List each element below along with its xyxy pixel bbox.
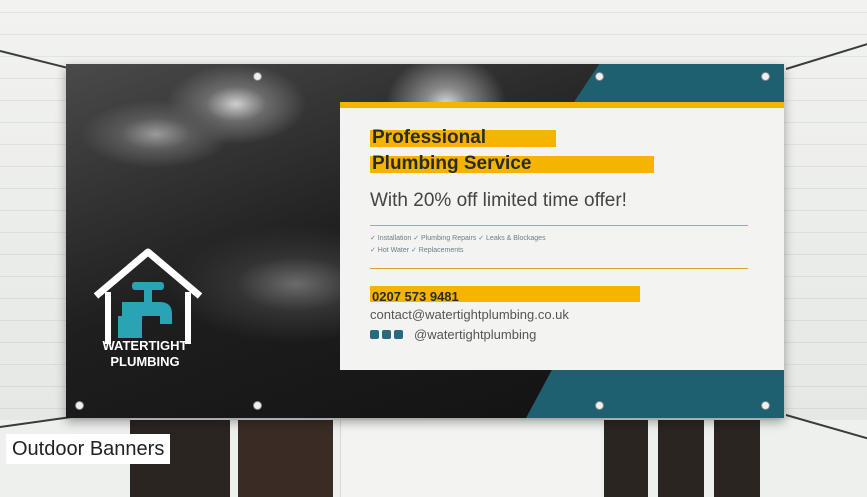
phone-number: 0207 573 9481 [372,289,459,304]
headline-line-1: Professional [372,127,487,148]
grommet [762,73,769,80]
grommet [76,402,83,409]
brand-line-2: PLUMBING [110,354,180,369]
headline-line-2: Plumbing Service [372,153,532,174]
grommet [762,402,769,409]
brand-line-1: WATERTIGHT [102,338,188,353]
dark-gap-2 [658,420,704,497]
services-row-2: ✓ Hot Water ✓ Replacements [370,247,464,254]
grommet [254,73,261,80]
brand-name: WATERTIGHT PLUMBING [80,338,210,370]
divider-top [370,225,748,226]
twitter-icon [382,330,391,339]
fence-planks [340,420,601,497]
grommet [596,73,603,80]
email-address: contact@watertightplumbing.co.uk [370,307,569,322]
divider-bottom [370,268,748,269]
grommet [596,402,603,409]
dark-gap-3 [714,420,760,497]
dark-doorway-middle [238,420,333,497]
teal-corner-bottom [526,370,784,418]
plumbing-banner: WATERTIGHT PLUMBING Professional Plumbin… [66,64,784,418]
services-row-1: ✓ Installation ✓ Plumbing Repairs ✓ Leak… [370,235,546,242]
facebook-icon [370,330,379,339]
image-caption: Outdoor Banners [6,434,171,464]
dark-gap-1 [604,420,648,497]
social-row: @watertightplumbing [370,327,536,342]
social-handle: @watertightplumbing [414,327,537,342]
instagram-icon [394,330,403,339]
grommet [254,402,261,409]
teal-corner-top [574,64,784,102]
offer-subheadline: With 20% off limited time offer! [370,190,627,211]
